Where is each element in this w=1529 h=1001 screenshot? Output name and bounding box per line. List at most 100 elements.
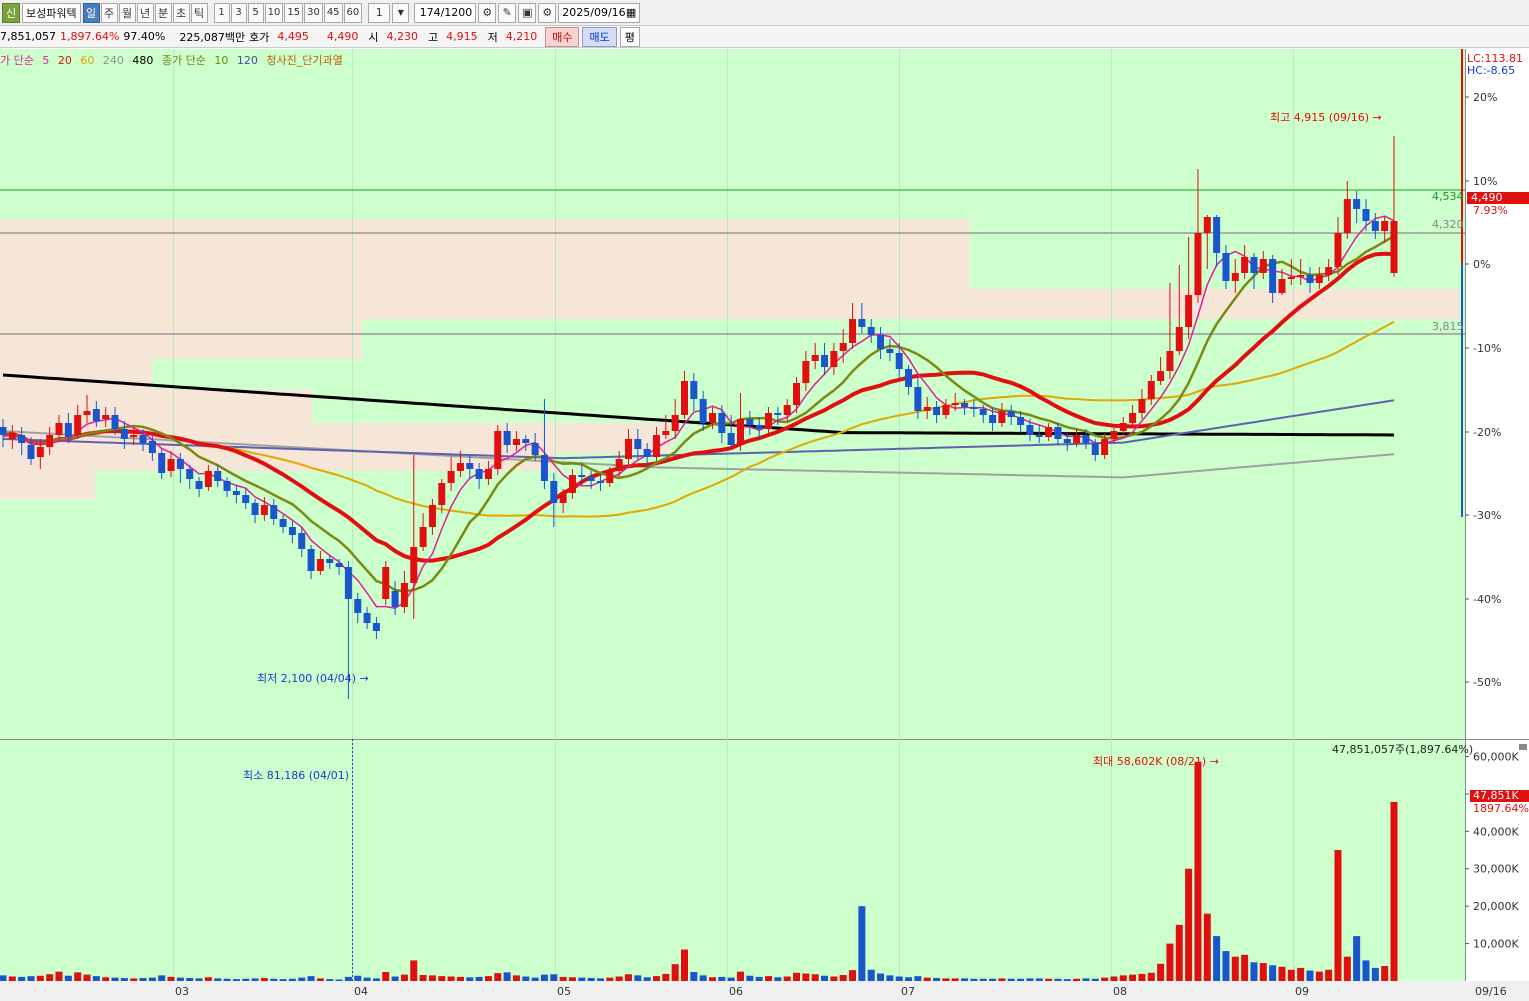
data-count-field[interactable]: 174/1200 xyxy=(414,2,477,23)
interval-button[interactable]: 30 xyxy=(304,2,323,23)
period-tab[interactable]: 초 xyxy=(172,2,190,23)
vol-current-tag: 47,851K xyxy=(1470,790,1529,802)
candle-body xyxy=(1390,221,1398,273)
interval-button[interactable]: 10 xyxy=(264,2,284,23)
volume-bar xyxy=(372,978,380,981)
volume-bar xyxy=(1082,978,1090,981)
chart-area[interactable]: 20%10%0%-10%-20%-30%-40%-50%60,000K50,00… xyxy=(0,49,1529,1001)
interval-button[interactable]: 3 xyxy=(230,2,247,23)
pct-tick-label: -10% xyxy=(1473,342,1501,355)
save-icon[interactable]: ▣ xyxy=(518,2,537,23)
volume-bar xyxy=(1269,965,1277,981)
candle-body xyxy=(839,343,847,351)
volume-bar xyxy=(503,972,511,981)
volume-bar xyxy=(914,976,922,981)
interval-button[interactable]: 15 xyxy=(284,2,304,23)
gear-icon[interactable]: ⚙ xyxy=(538,2,557,23)
volume-bar xyxy=(1306,970,1314,981)
candle-body xyxy=(288,527,296,535)
volume-bar xyxy=(242,978,250,981)
candle-body xyxy=(55,423,63,435)
draw-tool-icon[interactable]: ✎ xyxy=(498,2,517,23)
vol-scale-icon xyxy=(1519,744,1527,750)
volume-profile-band xyxy=(0,471,95,499)
new-icon[interactable]: 신 xyxy=(2,2,20,23)
interval-button[interactable]: 60 xyxy=(343,2,363,23)
candle-body xyxy=(1287,277,1295,279)
volume-bar xyxy=(1073,978,1081,981)
candle-body xyxy=(494,431,502,469)
period-tab[interactable]: 틱 xyxy=(190,2,208,23)
volume-bar xyxy=(596,978,604,981)
candle-body xyxy=(363,613,371,623)
volume-bar xyxy=(27,976,35,981)
candle-body xyxy=(1259,259,1267,273)
month-label: 03 xyxy=(175,985,189,998)
candle-body xyxy=(447,471,455,483)
volume-bar xyxy=(550,974,558,981)
candlestick-chart[interactable]: 20%10%0%-10%-20%-30%-40%-50%60,000K50,00… xyxy=(0,49,1529,1001)
level-3815: 3,815 xyxy=(1432,320,1464,333)
volume-bar xyxy=(363,977,371,981)
volume-bar xyxy=(1175,924,1183,981)
candle-body xyxy=(1129,413,1137,423)
volume-bar xyxy=(484,976,492,981)
volume-bar xyxy=(1138,973,1146,981)
volume-bar xyxy=(793,972,801,981)
sell-button[interactable]: 매도 xyxy=(582,26,617,47)
candle-body xyxy=(18,435,26,443)
eval-button[interactable]: 평 xyxy=(619,26,640,47)
volume-bar xyxy=(1315,971,1323,981)
interval-button[interactable]: 5 xyxy=(247,2,264,23)
chart-settings-icon[interactable]: ⚙ xyxy=(478,2,497,23)
volume-bar xyxy=(270,978,278,981)
buy-button[interactable]: 매수 xyxy=(545,26,580,47)
unit-dropdown-icon[interactable]: ▼ xyxy=(392,2,410,23)
candle-body xyxy=(951,403,959,405)
volume-bar xyxy=(830,976,838,981)
candle-body xyxy=(1297,275,1305,277)
candle-body xyxy=(391,591,399,607)
candle-body xyxy=(979,409,987,415)
candle-body xyxy=(64,423,72,437)
unit-input[interactable]: 1 xyxy=(368,2,391,23)
volume-bar xyxy=(279,979,287,981)
interval-button[interactable]: 1 xyxy=(213,2,230,23)
volume-bar xyxy=(1045,978,1053,981)
pct-tick-label: 20% xyxy=(1473,91,1497,104)
legend-vol10: 10 xyxy=(214,54,229,67)
volume-bar xyxy=(737,971,745,981)
interval-button[interactable]: 45 xyxy=(323,2,343,23)
volume-bar xyxy=(923,977,931,981)
volume-bar xyxy=(849,970,857,981)
volume-bar xyxy=(447,976,455,981)
volume-profile-band xyxy=(0,219,970,289)
candle-body xyxy=(596,481,604,483)
candle-body xyxy=(354,599,362,613)
volume-bar xyxy=(298,977,306,981)
legend-ma240: 240 xyxy=(102,54,124,67)
date-field[interactable]: 2025/09/16 ▦ xyxy=(558,2,641,23)
candle-body xyxy=(223,481,231,491)
candle-body xyxy=(923,407,931,411)
volume-bar xyxy=(587,978,595,981)
candle-body xyxy=(1166,351,1174,371)
period-tab[interactable]: 일 xyxy=(82,2,100,23)
candle-body xyxy=(830,351,838,367)
candle-body xyxy=(1362,209,1370,221)
stock-name-field[interactable]: 보성파워텍 xyxy=(22,2,81,23)
date-value: 2025/09/16 xyxy=(562,6,626,19)
period-tab[interactable]: 년 xyxy=(136,2,154,23)
candle-body xyxy=(727,433,735,445)
candle-body xyxy=(970,407,978,409)
period-tab[interactable]: 분 xyxy=(154,2,172,23)
volume-bar xyxy=(662,973,670,981)
period-tab[interactable]: 월 xyxy=(118,2,136,23)
period-tab[interactable]: 주 xyxy=(100,2,118,23)
calendar-icon[interactable]: ▦ xyxy=(626,6,636,19)
candle-body xyxy=(1157,371,1165,381)
volume-bar xyxy=(531,977,539,981)
volume-bar xyxy=(186,978,194,981)
volume-bar xyxy=(652,976,660,981)
period-selector: 일주월년분초틱 xyxy=(82,2,208,23)
